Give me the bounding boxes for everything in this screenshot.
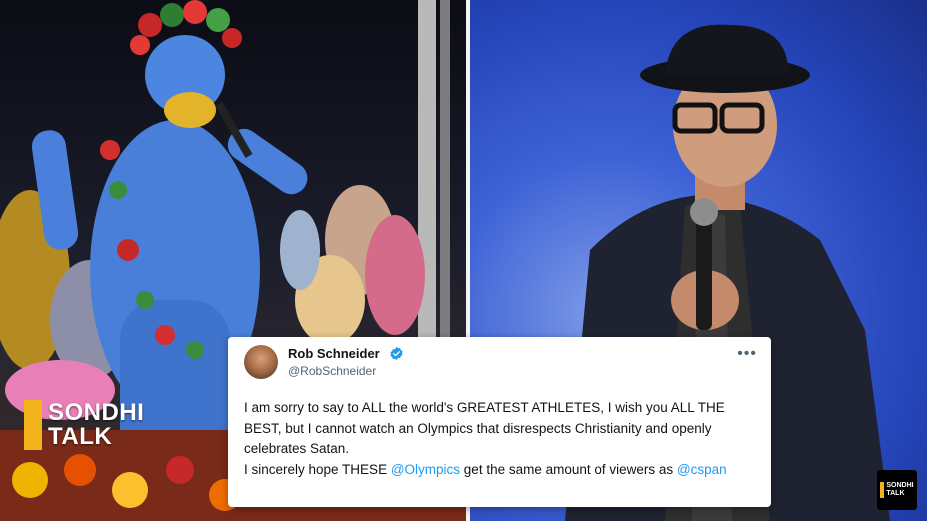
tweet-text-segment: I sincerely hope THESE (244, 461, 391, 477)
mention-link-olympics[interactable]: @Olympics (391, 462, 460, 477)
watermark-line-2: TALK (48, 423, 113, 450)
author-avatar[interactable] (244, 345, 278, 379)
verified-badge-icon (390, 346, 403, 361)
small-watermark-line-1: SONDHI (886, 482, 914, 489)
author-name[interactable]: Rob Schneider (288, 346, 380, 361)
brand-bar-small-icon (880, 482, 885, 498)
sondhi-talk-small-watermark: SONDHI TALK (877, 470, 917, 510)
small-watermark-line-2: TALK (886, 490, 905, 497)
more-options-icon[interactable]: ••• (737, 345, 757, 363)
mention-link-cspan[interactable]: @cspan (677, 462, 727, 477)
author-handle[interactable]: @RobSchneider (288, 364, 376, 378)
tweet-paragraph-1: I am sorry to say to ALL the world's GRE… (244, 400, 725, 456)
brand-bar-icon (24, 400, 42, 450)
tweet-paragraph-2: I sincerely hope THESE @Olympics get the… (244, 460, 764, 481)
tweet-card: Rob Schneider @RobSchneider ••• I am sor… (228, 337, 771, 507)
tweet-body: I am sorry to say to ALL the world's GRE… (244, 398, 764, 480)
watermark-line-1: SONDHI (48, 399, 145, 426)
sondhi-talk-watermark: SONDHI TALK (24, 400, 144, 450)
tweet-text-segment-2: get the same amount of viewers as (460, 461, 677, 477)
